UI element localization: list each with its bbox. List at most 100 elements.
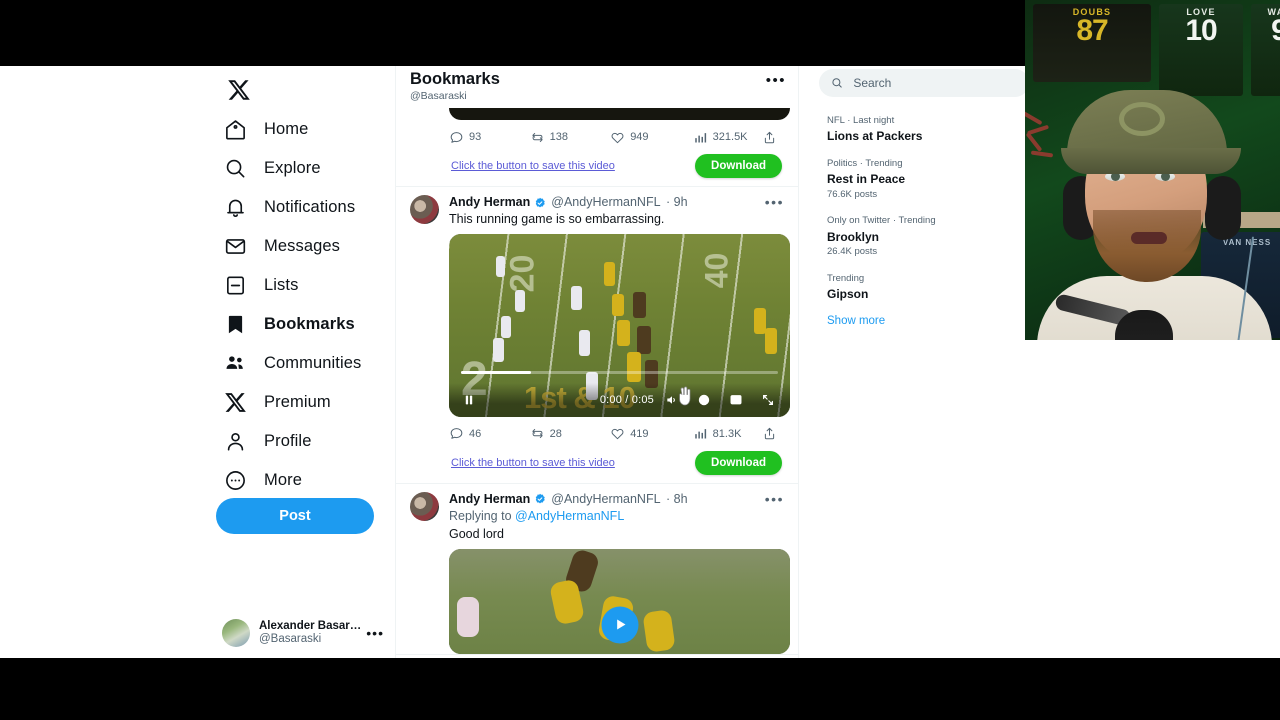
repost-action[interactable]: 138 [530, 130, 611, 145]
person-icon [222, 429, 248, 455]
trend-item[interactable]: Trending Gipson [819, 266, 1048, 309]
replying-handle[interactable]: @AndyHermanNFL [515, 509, 624, 523]
post-author-line: Andy Herman @AndyHermanNFL · 8h ••• [449, 491, 784, 508]
picture-in-picture-icon[interactable] [726, 390, 746, 410]
reply-action[interactable]: 93 [449, 130, 530, 145]
verified-badge-icon [534, 197, 546, 209]
settings-gear-icon[interactable] [694, 390, 714, 410]
search-box[interactable] [819, 69, 1029, 97]
header-menu-icon[interactable]: ••• [766, 72, 786, 89]
share-action[interactable] [762, 426, 782, 441]
trends-show-more-link[interactable]: Show more [819, 309, 1048, 333]
download-button[interactable]: Download [695, 154, 782, 178]
view-count: 321.5K [712, 131, 748, 143]
sidebar-item-more[interactable]: More [216, 461, 386, 500]
trend-name: Brooklyn [827, 229, 880, 244]
page-subtitle: @Basaraski [410, 89, 467, 102]
post-item[interactable]: 93 138 949 321.5K Click the button to sa… [396, 108, 798, 187]
views-action[interactable]: 321.5K [693, 130, 762, 145]
download-bar: Click the button to save this video Down… [449, 152, 784, 186]
post-header-row: Andy Herman @AndyHermanNFL · 9h ••• This… [410, 194, 790, 483]
post-button[interactable]: Post [216, 498, 374, 534]
sidebar-item-label: Profile [264, 432, 312, 450]
post-media-video[interactable]: 20 40 2 1st & 10 [449, 233, 790, 417]
player-figure [604, 261, 615, 286]
avatar [222, 619, 250, 647]
trend-name: Gipson [827, 286, 869, 301]
save-video-link[interactable]: Click the button to save this video [451, 160, 615, 172]
trends-list: NFL · Last night Lions at Packers Politi… [819, 108, 1080, 333]
play-button[interactable] [601, 606, 638, 644]
like-action[interactable]: 419 [610, 426, 692, 441]
sidebar-item-premium[interactable]: Premium [216, 383, 386, 422]
beard [1093, 210, 1201, 282]
post-timestamp: · 9h [662, 195, 688, 209]
player-figure [617, 319, 630, 346]
views-action[interactable]: 81.3K [693, 426, 762, 441]
x-logo-icon[interactable] [222, 73, 256, 107]
avatar[interactable] [410, 491, 439, 521]
search-input[interactable] [853, 76, 1017, 90]
trend-item[interactable]: Only on Twitter · Trending Brooklyn 26.4… [819, 208, 1048, 265]
post-media-video[interactable] [449, 548, 790, 654]
account-menu-icon[interactable]: ••• [362, 625, 384, 641]
save-video-link[interactable]: Click the button to save this video [451, 457, 615, 469]
share-action[interactable] [762, 130, 782, 145]
trend-count: 26.4K posts [827, 246, 878, 258]
post-text: Good lord [449, 526, 504, 541]
post-item[interactable]: Andy Herman @AndyHermanNFL · 9h ••• This… [396, 187, 798, 484]
sidebar-item-home[interactable]: Home [216, 110, 386, 149]
sidebar-item-bookmarks[interactable]: Bookmarks [216, 305, 386, 344]
jersey-number: 9 [1271, 14, 1280, 47]
sidebar-item-notifications[interactable]: Notifications [216, 188, 386, 227]
like-action[interactable]: 949 [610, 130, 692, 145]
sidebar-item-label: Bookmarks [264, 315, 355, 333]
trend-category: Trending [827, 272, 865, 284]
post-header-row: Andy Herman @AndyHermanNFL · 8h ••• Repl… [410, 491, 790, 654]
cap-brim [1061, 148, 1241, 174]
player-figure [493, 337, 504, 362]
player-figure [501, 315, 511, 338]
trend-item[interactable]: NFL · Last night Lions at Packers [819, 108, 1080, 154]
sidebar-item-lists[interactable]: Lists [216, 266, 386, 305]
post-media-video[interactable] [449, 108, 790, 120]
more-circle-icon [222, 468, 248, 494]
avatar[interactable] [410, 195, 439, 224]
headphone-cup-right [1205, 176, 1241, 240]
sidebar-item-communities[interactable]: Communities [216, 344, 386, 383]
trend-item[interactable]: Politics · Trending Rest in Peace 76.6K … [819, 151, 1048, 208]
letterbox-bottom [0, 658, 1280, 720]
account-switcher[interactable]: Alexander Basara ... @Basaraski ••• [218, 612, 388, 654]
communities-icon [222, 351, 248, 377]
post-menu-icon[interactable]: ••• [765, 491, 784, 508]
sidebar-item-label: Notifications [264, 198, 356, 216]
bell-icon [222, 195, 248, 221]
sidebar-item-profile[interactable]: Profile [216, 422, 386, 461]
player-figure [637, 325, 651, 354]
post-menu-icon[interactable]: ••• [765, 194, 784, 211]
search-icon [222, 156, 248, 182]
post-actions: 93 138 949 321.5K [449, 122, 784, 152]
sidebar-item-messages[interactable]: Messages [216, 227, 386, 266]
post-body: Andy Herman @AndyHermanNFL · 9h ••• This… [449, 194, 790, 483]
player-figure [496, 255, 505, 277]
yard-marker: 20 [503, 254, 542, 293]
player-figure [571, 285, 582, 310]
video-controls: 0:00 / 0:05 [449, 370, 790, 417]
player-figure [633, 291, 646, 318]
sidebar-item-explore[interactable]: Explore [216, 149, 386, 188]
download-bar: Click the button to save this video Down… [449, 449, 784, 483]
repost-action[interactable]: 28 [530, 426, 611, 441]
download-button[interactable]: Download [695, 450, 782, 475]
author-name[interactable]: Andy Herman [449, 195, 530, 210]
post-item[interactable]: Andy Herman @AndyHermanNFL · 8h ••• Repl… [396, 484, 798, 655]
page-title: Bookmarks [410, 70, 500, 88]
video-time: 0:00 / 0:05 [599, 393, 654, 406]
pause-button[interactable] [459, 390, 479, 410]
author-name[interactable]: Andy Herman [449, 492, 530, 507]
volume-icon[interactable] [662, 390, 682, 410]
reply-action[interactable]: 46 [449, 426, 530, 441]
video-progress-bar[interactable] [461, 370, 778, 374]
mouth [1131, 232, 1167, 244]
fullscreen-icon[interactable] [758, 390, 778, 410]
